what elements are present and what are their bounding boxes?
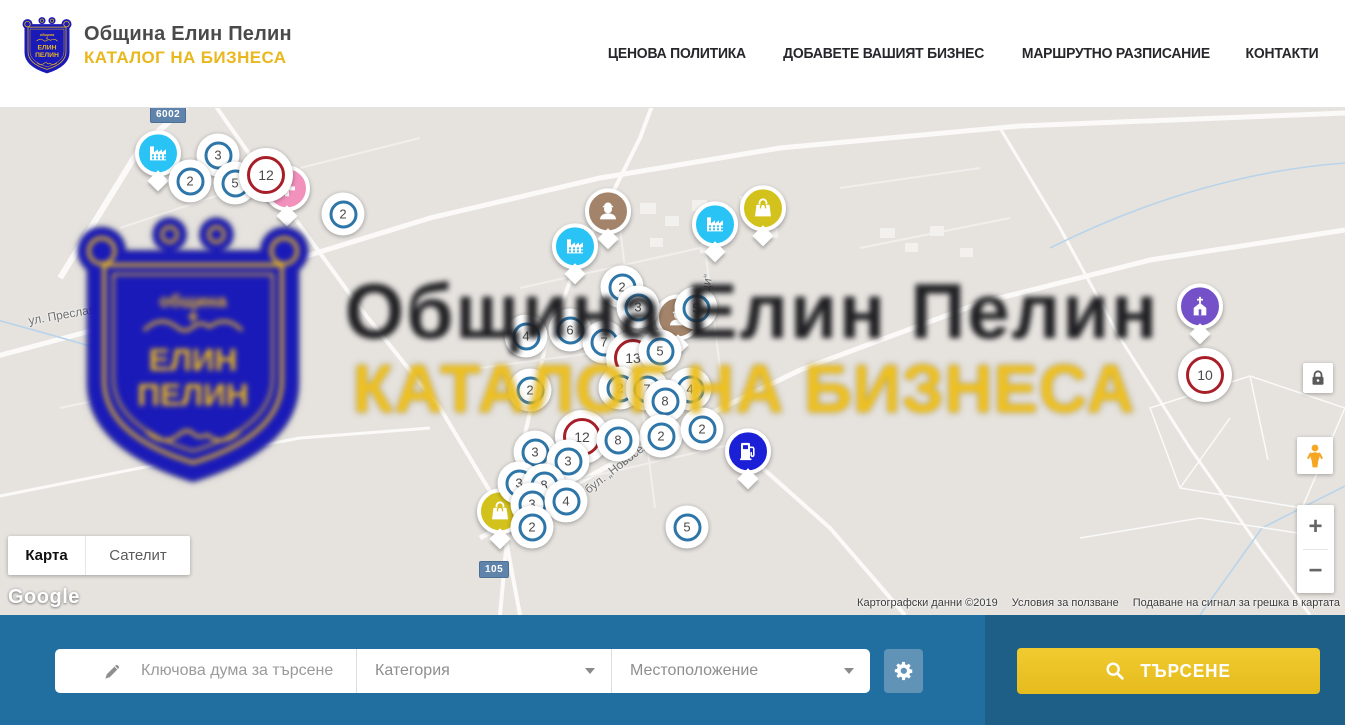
factory-icon: [703, 212, 727, 236]
cluster-count: 2: [176, 167, 204, 195]
cluster-count: 3: [624, 293, 652, 321]
cluster-count: 8: [651, 387, 679, 415]
site-subtitle: КАТАЛОГ НА БИЗНЕСА: [84, 48, 292, 68]
cluster-marker[interactable]: 2: [640, 415, 683, 458]
cluster-marker[interactable]: 2: [322, 193, 365, 236]
site-logo[interactable]: Община Елин Пелин КАТАЛОГ НА БИЗНЕСА: [22, 16, 292, 75]
keyword-search-input[interactable]: [55, 649, 356, 693]
cluster-marker[interactable]: 8: [597, 419, 640, 462]
worker-category-pin[interactable]: [585, 188, 631, 234]
category-select-value: Категория: [357, 662, 450, 680]
chevron-down-icon: [844, 668, 854, 674]
cluster-count: 4: [552, 487, 580, 515]
location-select[interactable]: Местоположение: [612, 649, 870, 693]
report-error-link[interactable]: Подаване на сигнал за грешка в картата: [1133, 597, 1340, 609]
category-select[interactable]: Категория: [357, 649, 612, 693]
lock-icon: [1311, 370, 1325, 386]
cluster-count: 2: [329, 200, 357, 228]
church-category-pin[interactable]: [1177, 283, 1223, 329]
bag-category-pin[interactable]: [740, 185, 786, 231]
search-submit-label: ТЪРСЕНЕ: [1140, 661, 1230, 682]
factory-category-pin[interactable]: [552, 223, 598, 269]
zoom-out-button[interactable]: −: [1297, 549, 1334, 593]
terms-link[interactable]: Условия за ползване: [1012, 597, 1119, 609]
map-type-control: Карта Сателит: [8, 536, 190, 575]
cluster-count: 5: [682, 294, 710, 322]
cluster-count: 2: [516, 376, 544, 404]
fuel-icon: [736, 439, 760, 463]
cluster-marker[interactable]: 5: [675, 287, 718, 330]
google-map[interactable]: 6002105ул. Преславбул. „Новоселци“ 32512…: [0, 108, 1345, 615]
cluster-count: 2: [518, 513, 546, 541]
zoom-in-button[interactable]: +: [1297, 505, 1334, 549]
zoom-control: + −: [1297, 505, 1334, 593]
nav-item-1[interactable]: ДОБАВЕТЕ ВАШИЯТ БИЗНЕС: [783, 46, 984, 62]
site-header: Община Елин Пелин КАТАЛОГ НА БИЗНЕСА ЦЕН…: [0, 0, 1345, 108]
cluster-marker[interactable]: 2: [509, 369, 552, 412]
main-nav: ЦЕНОВА ПОЛИТИКА ДОБАВЕТЕ ВАШИЯТ БИЗНЕС МАР…: [605, 0, 1320, 108]
cluster-marker[interactable]: 2: [169, 160, 212, 203]
cluster-count: 4: [512, 322, 540, 350]
search-submit-button[interactable]: ТЪРСЕНЕ: [1017, 648, 1320, 694]
bag-icon: [488, 499, 512, 523]
pegman-icon: [1303, 443, 1327, 469]
pencil-icon: [103, 662, 122, 681]
cluster-count: 6: [556, 316, 584, 344]
cluster-marker[interactable]: 12: [239, 148, 293, 202]
fullscreen-lock-button[interactable]: [1303, 363, 1333, 393]
factory-category-pin[interactable]: [692, 201, 738, 247]
worker-icon: [596, 199, 620, 223]
gear-icon: [893, 660, 915, 682]
location-select-value: Местоположение: [612, 662, 758, 680]
cluster-marker[interactable]: 4: [505, 315, 548, 358]
cluster-count: 12: [247, 156, 285, 194]
fuel-category-pin[interactable]: [725, 428, 771, 474]
street-view-pegman-button[interactable]: [1297, 437, 1333, 474]
map-type-map-button[interactable]: Карта: [8, 536, 86, 575]
map-markers-layer: 32512223564713522748221283338342510: [0, 108, 1345, 615]
cluster-marker[interactable]: 10: [1178, 348, 1232, 402]
cluster-marker[interactable]: 3: [617, 286, 660, 329]
nav-item-2[interactable]: МАРШРУТНО РАЗПИСАНИЕ: [1022, 46, 1210, 62]
map-data-copyright: Картографски данни ©2019: [857, 597, 998, 609]
chevron-down-icon: [585, 668, 595, 674]
cluster-marker[interactable]: 5: [639, 330, 682, 373]
nav-item-0[interactable]: ЦЕНОВА ПОЛИТИКА: [608, 46, 746, 62]
cluster-count: 5: [673, 513, 701, 541]
cluster-count: 2: [647, 422, 675, 450]
cluster-count: 8: [604, 426, 632, 454]
site-title: Община Елин Пелин: [84, 23, 292, 46]
cluster-count: 5: [646, 337, 674, 365]
map-type-satellite-button[interactable]: Сателит: [86, 536, 190, 575]
nav-item-3[interactable]: КОНТАКТИ: [1246, 46, 1319, 62]
search-bar: Категория Местоположение ТЪРСЕНЕ: [0, 615, 1345, 725]
municipality-crest-icon: [22, 16, 72, 75]
cluster-marker[interactable]: 2: [681, 408, 724, 451]
factory-icon: [563, 234, 587, 258]
advanced-options-button[interactable]: [884, 649, 923, 693]
bag-icon: [751, 196, 775, 220]
search-fields-group: Категория Местоположение: [55, 649, 870, 693]
keyword-field-wrap: [55, 649, 357, 693]
factory-icon: [146, 141, 170, 165]
google-logo[interactable]: Google: [8, 586, 80, 609]
search-icon: [1104, 660, 1126, 682]
cluster-marker[interactable]: 2: [511, 506, 554, 549]
cluster-count: 2: [688, 415, 716, 443]
cluster-marker[interactable]: 5: [666, 506, 709, 549]
cluster-count: 10: [1186, 356, 1224, 394]
map-attribution: Картографски данни ©2019 Условия за ползв…: [857, 597, 1340, 609]
church-icon: [1188, 294, 1212, 318]
